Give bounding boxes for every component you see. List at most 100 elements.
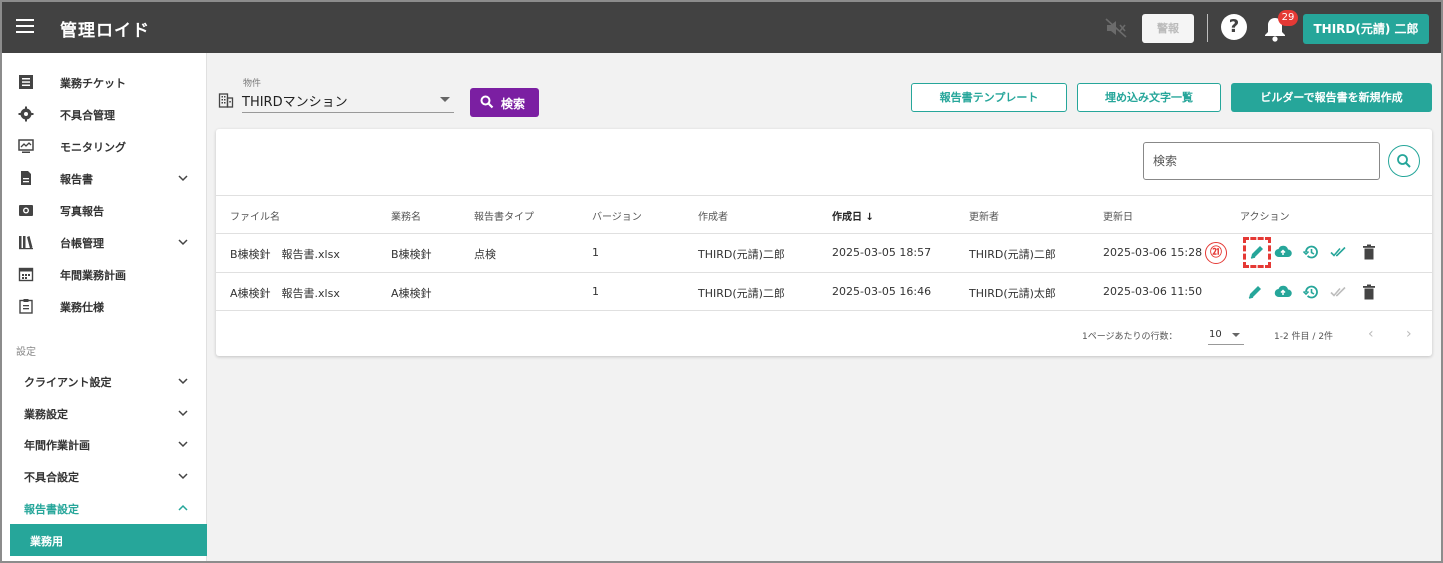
sidebar-item-label: 不具合設定 (24, 471, 79, 484)
sidebar-item-annual-plan[interactable]: 年間業務計画 (2, 258, 207, 290)
property-select-value: THIRDマンション (242, 95, 348, 110)
chevron-down-icon (178, 441, 188, 448)
sidebar-item-label: 業務仕様 (60, 301, 104, 314)
create-report-with-builder-button[interactable]: ビルダーで報告書を新規作成 (1231, 83, 1432, 112)
search-icon (1397, 154, 1411, 168)
sidebar-subitem-label: 業務用 (30, 535, 63, 548)
alarm-button[interactable]: 警報 (1142, 14, 1194, 43)
rows-per-page-value: 10 (1209, 329, 1222, 340)
table-search-field[interactable] (1143, 142, 1380, 180)
cell-created: 2025-03-05 16:46 (832, 285, 932, 298)
rows-per-page-select[interactable]: 10 (1208, 325, 1244, 345)
chevron-down-icon (178, 378, 188, 385)
document-icon (21, 171, 31, 185)
cell-creator: THIRD(元請)二郎 (698, 287, 785, 300)
sidebar-item-label: 年間業務計画 (60, 269, 126, 282)
column-header-type[interactable]: 報告書タイプ (474, 208, 534, 223)
double-check-icon[interactable] (1330, 243, 1348, 261)
chevron-down-icon (178, 473, 188, 480)
embedded-text-list-button[interactable]: 埋め込み文字一覧 (1077, 83, 1221, 112)
list-icon (19, 75, 33, 89)
column-header-creator[interactable]: 作成者 (698, 208, 728, 223)
cell-version: 1 (592, 246, 599, 259)
cell-updated: 2025-03-06 15:28 (1103, 246, 1203, 259)
building-icon (218, 93, 234, 108)
search-button[interactable]: 検索 (470, 88, 539, 117)
column-header-created[interactable]: 作成日 ↓ (832, 208, 874, 223)
gear-icon (18, 106, 34, 122)
sidebar-item-label: 報告書 (60, 173, 93, 186)
sidebar-item-defect-settings[interactable]: 不具合設定 (2, 460, 207, 492)
cell-updater: THIRD(元請)太郎 (969, 287, 1056, 300)
table-search-input[interactable] (1145, 144, 1378, 178)
sidebar-item-label: モニタリング (60, 141, 126, 154)
sidebar-item-defects[interactable]: 不具合管理 (2, 98, 207, 130)
sidebar-item-label: 業務設定 (24, 408, 68, 421)
reports-table-card: ファイル名 業務名 報告書タイプ バージョン 作成者 作成日 ↓ 更新者 更新日… (216, 129, 1432, 356)
header-divider (1207, 14, 1208, 42)
sidebar-item-monitoring[interactable]: モニタリング (2, 130, 207, 162)
cell-version: 1 (592, 285, 599, 298)
prev-page-icon[interactable]: ‹ (1368, 327, 1382, 341)
column-header-version[interactable]: バージョン (592, 208, 642, 223)
report-template-button[interactable]: 報告書テンプレート (911, 83, 1067, 112)
notification-count-badge: 29 (1278, 10, 1298, 26)
monitor-icon (18, 139, 34, 153)
sidebar-item-label: クライアント設定 (24, 376, 112, 389)
sidebar-item-label: 報告書設定 (24, 503, 79, 516)
app-title: 管理ロイド (60, 21, 150, 41)
chevron-down-icon (178, 410, 188, 417)
sidebar: 業務チケット 不具合管理 モニタリング 報告書 写真報告 台帳管理 年間業務計画 (2, 53, 207, 561)
sidebar-item-label: 年間作業計画 (24, 439, 90, 452)
sidebar-item-photo-report[interactable]: 写真報告 (2, 194, 207, 226)
property-select[interactable]: THIRDマンション (242, 88, 454, 113)
history-icon[interactable] (1302, 283, 1320, 301)
sidebar-item-report-settings[interactable]: 報告書設定 (2, 492, 207, 524)
cell-type: 点検 (474, 248, 496, 261)
cloud-upload-icon[interactable] (1274, 283, 1292, 301)
table-divider (216, 310, 1432, 311)
edit-icon[interactable] (1246, 283, 1264, 301)
pagination-range: 1-2 件目 / 2件 (1274, 332, 1334, 342)
cell-task: A棟検針 (391, 287, 432, 300)
cell-file: B棟検針 報告書.xlsx (230, 248, 340, 261)
sidebar-item-label: 業務チケット (60, 77, 126, 90)
sidebar-item-reports[interactable]: 報告書 (2, 162, 207, 194)
sidebar-subitem-business[interactable]: 業務用 (10, 524, 207, 556)
sidebar-item-specifications[interactable]: 業務仕様 (2, 290, 207, 322)
app-frame: 管理ロイド 警報 ? 29 THIRD(元請) 二郎 業務チケット 不具合管理 … (0, 0, 1443, 563)
sidebar-item-task-settings[interactable]: 業務設定 (2, 397, 207, 429)
history-icon[interactable] (1302, 243, 1320, 261)
column-header-updater[interactable]: 更新者 (969, 208, 999, 223)
books-icon (19, 236, 33, 250)
search-icon (480, 95, 494, 109)
table-search-button[interactable] (1388, 145, 1420, 177)
hamburger-menu-icon[interactable] (16, 19, 34, 35)
cell-updated: 2025-03-06 11:50 (1103, 285, 1203, 298)
edit-icon[interactable] (1248, 243, 1266, 261)
sidebar-item-annual-work-plan[interactable]: 年間作業計画 (2, 428, 207, 460)
dropdown-caret-icon (1232, 333, 1240, 337)
search-button-label: 検索 (501, 97, 526, 111)
table-divider (216, 195, 1432, 196)
chevron-down-icon (178, 175, 188, 182)
trash-icon[interactable] (1360, 283, 1378, 301)
column-header-task[interactable]: 業務名 (391, 208, 421, 223)
sidebar-item-client-settings[interactable]: クライアント設定 (2, 365, 207, 397)
column-header-file[interactable]: ファイル名 (230, 208, 280, 223)
trash-icon[interactable] (1360, 243, 1378, 261)
column-header-updated[interactable]: 更新日 (1103, 208, 1133, 223)
speaker-muted-icon[interactable] (1103, 16, 1129, 40)
cell-task: B棟検針 (391, 248, 432, 261)
next-page-icon[interactable]: › (1406, 327, 1420, 341)
chevron-up-icon (178, 504, 188, 511)
rows-per-page-label: 1ページあたりの行数： (1082, 332, 1178, 342)
user-menu-button[interactable]: THIRD(元請) 二郎 (1303, 14, 1429, 44)
top-bar: 管理ロイド 警報 ? 29 THIRD(元請) 二郎 (2, 2, 1441, 53)
sidebar-item-ledger[interactable]: 台帳管理 (2, 226, 207, 258)
sidebar-item-label: 不具合管理 (60, 109, 115, 122)
sidebar-item-tickets[interactable]: 業務チケット (2, 66, 207, 98)
help-icon[interactable]: ? (1221, 14, 1247, 40)
cloud-upload-icon[interactable] (1274, 243, 1292, 261)
double-check-icon[interactable] (1330, 283, 1348, 301)
